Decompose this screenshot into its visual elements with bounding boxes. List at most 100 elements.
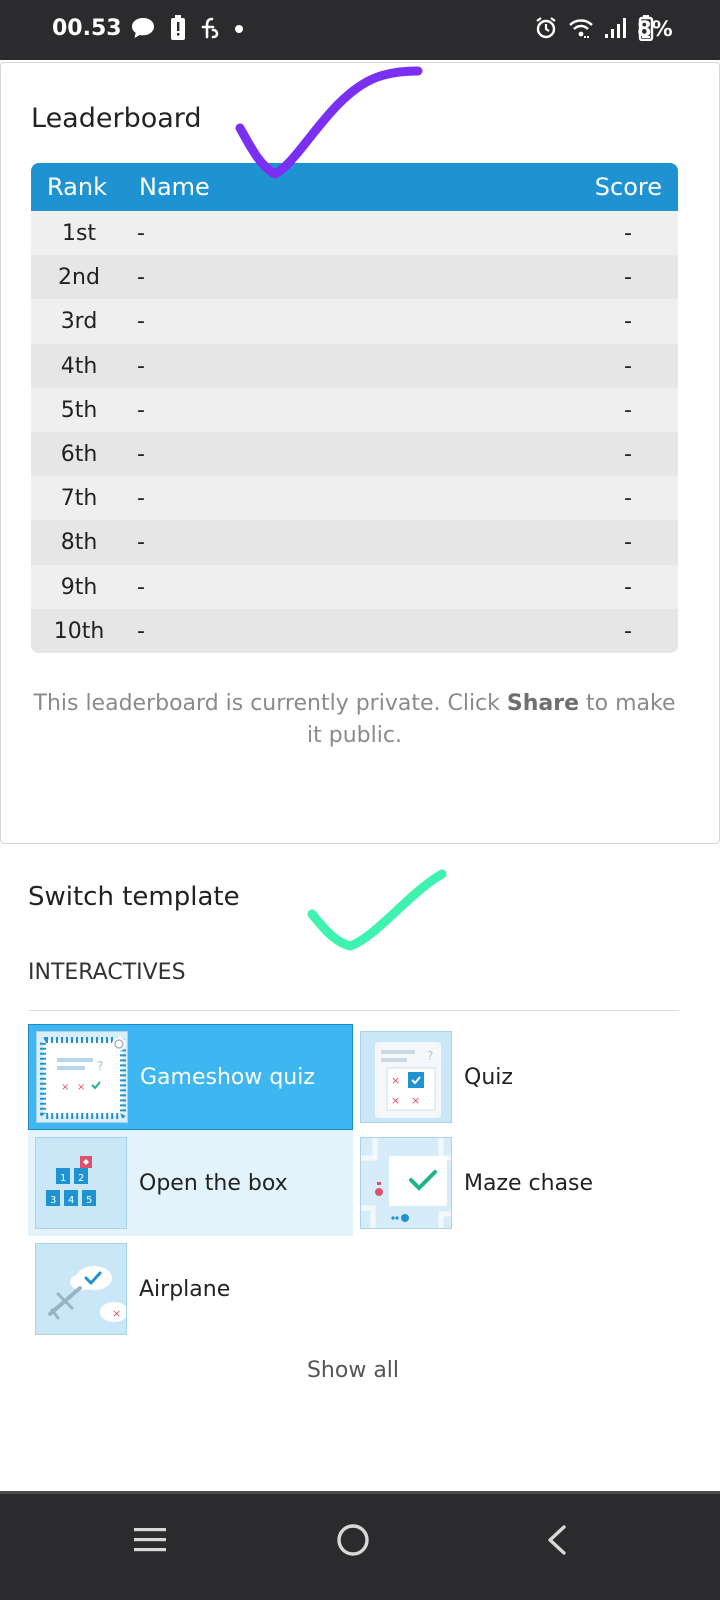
battery-percent: 8%: [637, 17, 673, 41]
template-airplane[interactable]: × Airplane: [28, 1236, 353, 1342]
cell-rank: 4th: [60, 353, 98, 379]
svg-text:3: 3: [50, 1195, 56, 1206]
table-header: Rank Name Score: [31, 163, 678, 211]
cell-name: -: [137, 618, 145, 644]
cell-name: -: [137, 309, 145, 335]
cell-rank: 9th: [60, 574, 98, 600]
svg-text:×: ×: [391, 1094, 400, 1107]
recent-apps-button[interactable]: [110, 1512, 190, 1572]
table-row: 4th - -: [31, 343, 678, 388]
template-label: Maze chase: [464, 1170, 594, 1196]
green-checkmark-annotation: [307, 869, 447, 951]
recent-apps-icon: [133, 1526, 167, 1559]
table-row: 7th - -: [31, 476, 678, 521]
cell-score: -: [624, 618, 632, 644]
home-button[interactable]: [313, 1512, 393, 1572]
svg-text:5: 5: [86, 1195, 92, 1206]
column-name: Name: [139, 173, 210, 201]
cell-name: -: [137, 353, 145, 379]
cell-score: -: [624, 353, 632, 379]
quiz-icon: ? × × ×: [360, 1031, 452, 1123]
show-all-link[interactable]: Show all: [0, 1358, 706, 1383]
leaderboard-privacy-note: This leaderboard is currently private. C…: [33, 691, 676, 748]
table-row: 9th - -: [31, 564, 678, 609]
svg-text:2: 2: [78, 1173, 84, 1184]
cell-name: -: [137, 221, 145, 246]
template-open-the-box[interactable]: 1 2 3 4 5 Open the box: [28, 1130, 353, 1236]
cell-name: -: [137, 441, 145, 467]
cell-score: -: [624, 441, 632, 467]
status-time: 00.53: [52, 16, 122, 41]
svg-text:?: ?: [427, 1049, 433, 1063]
navigation-bar: [0, 1491, 720, 1600]
cell-rank: 8th: [60, 530, 98, 556]
table-row: 6th - -: [31, 431, 678, 477]
signal-icon: [604, 17, 628, 44]
status-bar: 00.53 8%: [0, 0, 720, 60]
app-icon: [200, 17, 220, 44]
template-maze-chase[interactable]: Maze chase: [353, 1130, 678, 1236]
table-row: 1st - -: [31, 211, 678, 256]
table-row: 8th - -: [31, 520, 678, 565]
svg-text:×: ×: [411, 1094, 420, 1107]
template-label: Airplane: [139, 1276, 231, 1302]
svg-text:×: ×: [77, 1082, 85, 1093]
svg-text:?: ?: [97, 1059, 103, 1073]
dot-icon: [234, 21, 244, 39]
gameshow-quiz-icon: ? × ×: [36, 1031, 128, 1123]
battery-alert-icon: [170, 14, 186, 46]
cell-rank: 6th: [60, 441, 98, 467]
back-button[interactable]: [516, 1512, 596, 1572]
svg-text:×: ×: [112, 1307, 121, 1320]
cell-rank: 5th: [60, 397, 98, 423]
column-rank: Rank: [47, 173, 107, 201]
cell-rank: 3rd: [60, 309, 98, 335]
home-icon: [336, 1523, 370, 1562]
table-row: 2nd - -: [31, 255, 678, 300]
leaderboard-title: Leaderboard: [31, 103, 202, 134]
template-gameshow-quiz[interactable]: ? × × Gameshow quiz: [28, 1024, 353, 1130]
cell-score: -: [624, 530, 632, 556]
template-quiz[interactable]: ? × × × Quiz: [353, 1024, 678, 1130]
cell-name: -: [137, 265, 145, 291]
cell-name: -: [137, 397, 145, 423]
alarm-icon: [534, 16, 558, 45]
cell-score: -: [624, 574, 632, 600]
cell-name: -: [137, 530, 145, 556]
share-keyword: Share: [506, 691, 580, 716]
column-score: Score: [594, 173, 662, 201]
switch-template-title: Switch template: [28, 882, 240, 912]
table-row: 10th - -: [31, 608, 678, 653]
cell-rank: 2nd: [58, 265, 100, 291]
table-row: 3rd - -: [31, 299, 678, 344]
cell-rank: 10th: [53, 618, 105, 644]
svg-text:×: ×: [61, 1082, 69, 1093]
divider: [28, 1010, 679, 1011]
cell-score: -: [624, 486, 632, 512]
svg-text:×: ×: [391, 1074, 400, 1087]
open-the-box-icon: 1 2 3 4 5: [35, 1137, 127, 1229]
cell-name: -: [137, 574, 145, 600]
template-label: Open the box: [139, 1170, 288, 1196]
svg-text:1: 1: [60, 1173, 66, 1184]
cell-rank: 7th: [60, 486, 98, 512]
leaderboard-card: Leaderboard Rank Name Score 1st - -2nd - -3r…: [0, 62, 720, 844]
table-body: 1st - - 2nd - - 3rd - - 4th - - 5th - - 6th - - 7th - - 8th - -…: [31, 211, 678, 653]
interactives-section-label: INTERACTIVES: [28, 960, 186, 985]
svg-text:4: 4: [68, 1195, 74, 1206]
cell-score: -: [624, 397, 632, 423]
maze-chase-icon: [360, 1137, 452, 1229]
cell-score: -: [624, 265, 632, 291]
template-label: Quiz: [464, 1064, 513, 1090]
chat-bubble-icon: [130, 16, 156, 45]
template-label: Gameshow quiz: [140, 1064, 315, 1090]
leaderboard-table: Rank Name Score 1st - - 2nd - - 3rd - - 4th - - 5th -…: [31, 163, 678, 653]
cell-rank: 1st: [61, 221, 97, 246]
cell-score: -: [624, 221, 632, 246]
airplane-icon: ×: [35, 1243, 127, 1335]
back-icon: [544, 1524, 568, 1561]
table-row: 5th - -: [31, 387, 678, 432]
cell-score: -: [624, 309, 632, 335]
cell-name: -: [137, 486, 145, 512]
wifi-icon: [568, 17, 594, 44]
